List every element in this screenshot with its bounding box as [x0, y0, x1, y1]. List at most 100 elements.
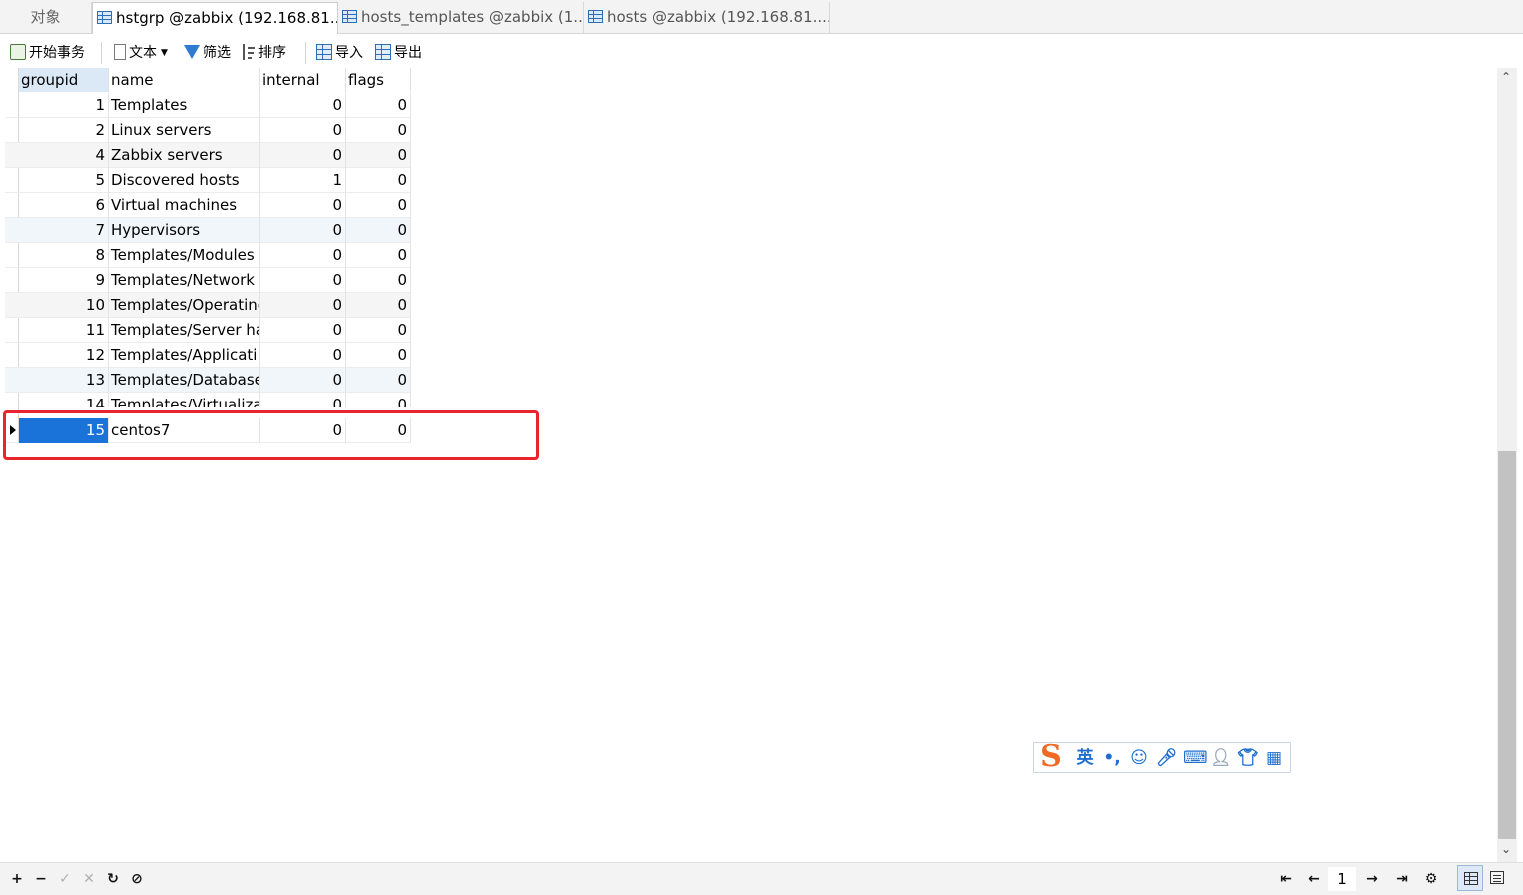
- cell-internal[interactable]: 0: [260, 143, 346, 168]
- table-row[interactable]: 7 Hypervisors 0 0: [5, 218, 411, 243]
- prev-page-button[interactable]: ←: [1305, 869, 1323, 889]
- ime-mode-toggle[interactable]: 英: [1075, 748, 1095, 768]
- cell-groupid[interactable]: 2: [19, 118, 109, 143]
- cell-groupid[interactable]: 12: [19, 343, 109, 368]
- skin-shirt-icon[interactable]: 👕︎: [1237, 748, 1259, 768]
- cell-groupid[interactable]: 9: [19, 268, 109, 293]
- cell-groupid[interactable]: 11: [19, 318, 109, 343]
- column-header-name[interactable]: name: [109, 68, 260, 92]
- table-row[interactable]: 10 Templates/Operating 0 0: [5, 293, 411, 318]
- cell-internal[interactable]: 0: [260, 318, 346, 343]
- table-row[interactable]: 13 Templates/Database 0 0: [5, 368, 411, 393]
- cell-name[interactable]: Templates/Database: [109, 368, 260, 393]
- cell-flags[interactable]: 0: [346, 318, 411, 343]
- tab-hstgrp[interactable]: hstgrp @zabbix (192.168.81....: [92, 2, 338, 34]
- cell-groupid[interactable]: 6: [19, 193, 109, 218]
- cell-internal[interactable]: 0: [260, 218, 346, 243]
- cell-groupid[interactable]: 10: [19, 293, 109, 318]
- tab-objects[interactable]: 对象: [0, 2, 92, 34]
- microphone-icon[interactable]: 🎤︎: [1156, 748, 1178, 768]
- next-page-button[interactable]: →: [1363, 869, 1381, 889]
- cell-name[interactable]: Templates/Operating: [109, 293, 260, 318]
- begin-transaction-button[interactable]: 开始事务: [10, 42, 85, 64]
- cell-name[interactable]: Zabbix servers: [109, 143, 260, 168]
- cell-name[interactable]: Virtual machines: [109, 193, 260, 218]
- cell-flags[interactable]: 0: [346, 393, 411, 407]
- cell-groupid[interactable]: 4: [19, 143, 109, 168]
- scroll-down-icon[interactable]: ⌄: [1501, 842, 1511, 856]
- cell-name[interactable]: Discovered hosts: [109, 168, 260, 193]
- tab-hosts[interactable]: hosts @zabbix (192.168.81....: [584, 2, 830, 34]
- cell-groupid[interactable]: 1: [19, 93, 109, 118]
- cell-internal[interactable]: 0: [260, 368, 346, 393]
- sort-button[interactable]: 排序: [243, 42, 286, 64]
- cell-flags[interactable]: 0: [346, 118, 411, 143]
- form-view-button[interactable]: [1484, 865, 1510, 891]
- cell-flags[interactable]: 0: [346, 293, 411, 318]
- settings-gear-icon[interactable]: ⚙: [1422, 869, 1440, 889]
- column-header-internal[interactable]: internal: [260, 68, 346, 92]
- first-page-button[interactable]: ⇤: [1277, 869, 1295, 889]
- cell-flags[interactable]: 0: [346, 143, 411, 168]
- cell-internal[interactable]: 0: [260, 118, 346, 143]
- column-header-flags[interactable]: flags: [346, 68, 411, 92]
- cell-groupid[interactable]: 14: [19, 393, 109, 407]
- cell-groupid[interactable]: 13: [19, 368, 109, 393]
- table-row[interactable]: 12 Templates/Applicati 0 0: [5, 343, 411, 368]
- refresh-button[interactable]: ↻: [104, 869, 122, 889]
- cell-groupid[interactable]: 8: [19, 243, 109, 268]
- cell-internal[interactable]: 0: [260, 268, 346, 293]
- table-row[interactable]: 8 Templates/Modules 0 0: [5, 243, 411, 268]
- cell-flags[interactable]: 0: [346, 343, 411, 368]
- table-row[interactable]: 14 Templates/Virtualiza 0 0: [5, 393, 411, 407]
- cell-internal[interactable]: 0: [260, 243, 346, 268]
- delete-record-button[interactable]: −: [32, 869, 50, 889]
- cell-name[interactable]: Templates/Network: [109, 268, 260, 293]
- ime-punctuation-toggle[interactable]: •,: [1102, 748, 1122, 768]
- last-page-button[interactable]: ⇥: [1393, 869, 1411, 889]
- tab-hosts-templates[interactable]: hosts_templates @zabbix (1...: [338, 2, 584, 34]
- cell-flags[interactable]: 0: [346, 168, 411, 193]
- cell-name[interactable]: Templates/Server ha: [109, 318, 260, 343]
- cell-internal[interactable]: 0: [260, 93, 346, 118]
- table-row[interactable]: 11 Templates/Server ha 0 0: [5, 318, 411, 343]
- cell-name[interactable]: Linux servers: [109, 118, 260, 143]
- table-row[interactable]: 6 Virtual machines 0 0: [5, 193, 411, 218]
- cell-flags[interactable]: 0: [346, 218, 411, 243]
- emoji-icon[interactable]: ☺: [1129, 748, 1149, 768]
- cell-flags[interactable]: 0: [346, 193, 411, 218]
- cell-internal[interactable]: 0: [260, 393, 346, 407]
- vertical-scrollbar[interactable]: ⌃ ⌄: [1497, 68, 1517, 862]
- cell-groupid[interactable]: 5: [19, 168, 109, 193]
- cell-flags[interactable]: 0: [346, 243, 411, 268]
- cell-name[interactable]: Templates: [109, 93, 260, 118]
- table-row[interactable]: 4 Zabbix servers 0 0: [5, 143, 411, 168]
- table-row[interactable]: 5 Discovered hosts 1 0: [5, 168, 411, 193]
- column-header-groupid[interactable]: groupid: [19, 68, 109, 92]
- cell-name[interactable]: Templates/Modules: [109, 243, 260, 268]
- cell-groupid[interactable]: 7: [19, 218, 109, 243]
- toolbox-grid-icon[interactable]: ▦: [1264, 748, 1284, 768]
- export-button[interactable]: 导出: [375, 42, 422, 64]
- table-row[interactable]: 1 Templates 0 0: [5, 93, 411, 118]
- user-icon[interactable]: 👤︎: [1210, 748, 1232, 768]
- scroll-up-icon[interactable]: ⌃: [1501, 70, 1511, 84]
- grid-view-button[interactable]: [1457, 865, 1483, 891]
- cell-internal[interactable]: 0: [260, 193, 346, 218]
- cell-internal[interactable]: 1: [260, 168, 346, 193]
- import-button[interactable]: 导入: [316, 42, 363, 64]
- cell-flags[interactable]: 0: [346, 93, 411, 118]
- cell-name[interactable]: Templates/Virtualiza: [109, 393, 260, 407]
- filter-button[interactable]: 筛选: [184, 42, 231, 64]
- discard-changes-button[interactable]: ✕: [80, 869, 98, 889]
- cell-internal[interactable]: 0: [260, 293, 346, 318]
- table-row[interactable]: 9 Templates/Network 0 0: [5, 268, 411, 293]
- cell-internal[interactable]: 0: [260, 343, 346, 368]
- scrollbar-thumb[interactable]: [1498, 451, 1516, 839]
- add-record-button[interactable]: +: [8, 869, 26, 889]
- stop-button[interactable]: ⊘: [128, 869, 146, 889]
- table-row[interactable]: 2 Linux servers 0 0: [5, 118, 411, 143]
- cell-flags[interactable]: 0: [346, 368, 411, 393]
- cell-name[interactable]: Templates/Applicati: [109, 343, 260, 368]
- text-button[interactable]: 文本 ▼: [112, 42, 168, 64]
